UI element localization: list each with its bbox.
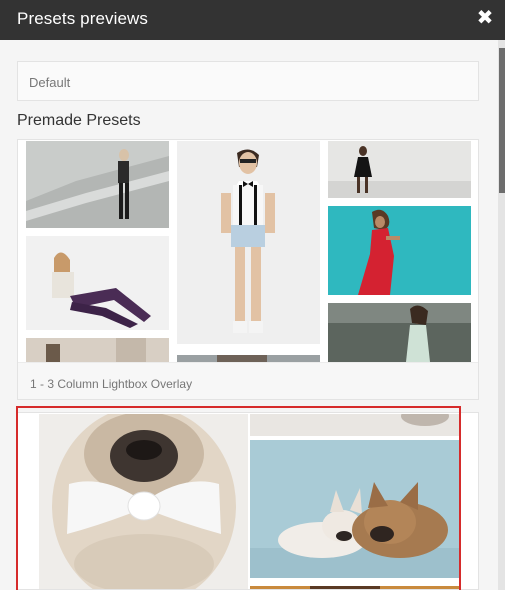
close-icon[interactable]: ✖ <box>474 7 496 29</box>
preset-caption: 1 - 3 Column Lightbox Overlay <box>30 377 193 391</box>
preset-card-dogs[interactable] <box>17 412 479 590</box>
preset-default-card[interactable]: Default <box>17 61 479 101</box>
preview-photo-woman-red-dress <box>328 206 471 295</box>
preview-photo-woman-white-dress <box>328 303 471 362</box>
preview-photo-french-bulldogs <box>250 440 459 578</box>
preset-default-label: Default <box>29 75 71 90</box>
preview-photo-partial-2 <box>177 352 320 362</box>
dialog-title: Presets previews <box>17 9 149 28</box>
preview-photo-woman-suspenders <box>177 141 320 344</box>
preview-photo-partial-bottom <box>250 582 459 589</box>
premade-presets-heading: Premade Presets <box>17 112 141 129</box>
preview-photo-woman-black-dress <box>328 141 471 198</box>
preview-photo-pug-bowtie <box>39 414 248 589</box>
preview-photo-woman-sitting <box>26 236 169 330</box>
preset-card-lightbox-overlay[interactable]: 1 - 3 Column Lightbox Overlay <box>17 139 479 400</box>
scrollbar-thumb[interactable] <box>499 48 505 193</box>
preview-photo-partial-1 <box>26 338 169 362</box>
preview-photo-partial-top <box>250 414 459 436</box>
dialog-titlebar: Presets previews ✖ <box>0 0 505 40</box>
preview-photo-woman-stairs <box>26 141 169 228</box>
